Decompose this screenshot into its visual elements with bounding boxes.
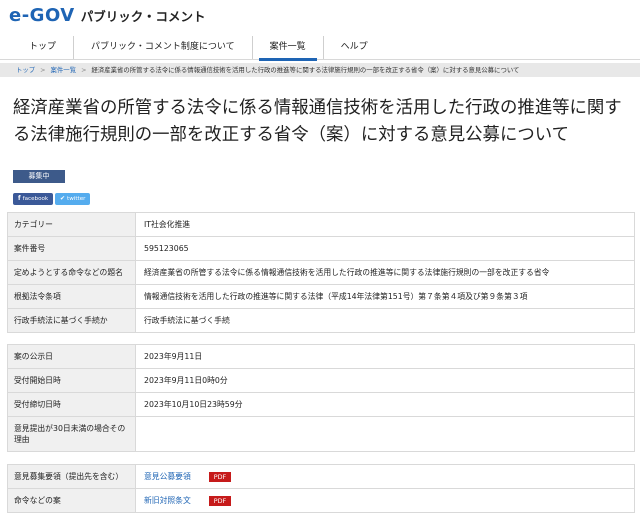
nav-item-about[interactable]: パブリック・コメント制度について <box>73 36 252 59</box>
nav-item-help[interactable]: ヘルプ <box>322 36 385 59</box>
facebook-icon: f <box>18 195 21 202</box>
table-row: 案件番号 595123065 <box>7 236 635 261</box>
main-nav: トップ パブリック・コメント制度について 案件一覧 ヘルプ <box>0 36 640 61</box>
table-row: 命令などの案 新旧対照条文 PDF <box>7 488 635 513</box>
logo-subtitle: パブリック・コメント <box>80 8 206 24</box>
row-value <box>135 416 635 452</box>
twitter-label: twitter <box>67 196 86 202</box>
document-link[interactable]: 新旧対照条文 <box>144 496 191 505</box>
row-label: 行政手続法に基づく手続か <box>7 308 136 333</box>
row-label: 案件番号 <box>7 236 136 261</box>
row-value: 2023年9月11日0時0分 <box>135 368 635 393</box>
facebook-label: facebook <box>22 196 49 202</box>
row-label: 意見提出が30日未満の場合その理由 <box>7 416 136 452</box>
row-value: 情報通信技術を活用した行政の推進等に関する法律（平成14年法律第151号）第７条… <box>135 284 635 309</box>
table-row: 定めようとする命令などの題名 経済産業省の所管する法令に係る情報通信技術を活用し… <box>7 260 635 285</box>
pdf-badge: PDF <box>208 496 232 506</box>
row-value: IT社会化推進 <box>135 212 635 237</box>
logo-mark: e-GOV <box>9 4 75 26</box>
row-value: 新旧対照条文 PDF <box>135 488 635 513</box>
breadcrumb-sep-icon: > <box>40 66 46 74</box>
row-label: カテゴリー <box>7 212 136 237</box>
documents-table: 意見募集要領（提出先を含む） 意見公募要領 PDF 命令などの案 新旧対照条文 PD… <box>7 464 635 513</box>
table-row: 意見募集要領（提出先を含む） 意見公募要領 PDF <box>7 464 635 489</box>
status-badge: 募集中 <box>13 170 65 183</box>
table-row: 受付締切日時 2023年10月10日23時59分 <box>7 392 635 417</box>
row-label: 案の公示日 <box>7 344 136 369</box>
row-value: 2023年10月10日23時59分 <box>135 392 635 417</box>
row-value: 意見公募要領 PDF <box>135 464 635 489</box>
twitter-icon: ✔ <box>60 195 66 202</box>
row-label: 根拠法令条項 <box>7 284 136 309</box>
breadcrumb-list[interactable]: 案件一覧 <box>51 66 77 74</box>
document-link[interactable]: 意見公募要領 <box>144 472 191 481</box>
row-label: 受付開始日時 <box>7 368 136 393</box>
breadcrumb: トップ > 案件一覧 > 経済産業省の所管する法令に係る情報通信技術を活用した行政の推進… <box>0 63 640 77</box>
table-row: 受付開始日時 2023年9月11日0時0分 <box>7 368 635 393</box>
row-label: 受付締切日時 <box>7 392 136 417</box>
table-row: 行政手続法に基づく手続か 行政手続法に基づく手続 <box>7 308 635 333</box>
row-label: 命令などの案 <box>7 488 136 513</box>
row-value: 行政手続法に基づく手続 <box>135 308 635 333</box>
table-row: 案の公示日 2023年9月11日 <box>7 344 635 369</box>
breadcrumb-top[interactable]: トップ <box>16 66 35 74</box>
page-title: 経済産業省の所管する法令に係る情報通信技術を活用した行政の推進等に関する法律施行… <box>13 98 622 145</box>
dates-table: 案の公示日 2023年9月11日 受付開始日時 2023年9月11日0時0分 受… <box>7 344 635 452</box>
row-label: 定めようとする命令などの題名 <box>7 260 136 285</box>
table-row: 意見提出が30日未満の場合その理由 <box>7 416 635 452</box>
details-table: カテゴリー IT社会化推進 案件番号 595123065 定めようとする命令など… <box>7 212 635 333</box>
row-label: 意見募集要領（提出先を含む） <box>7 464 136 489</box>
egov-logo[interactable]: e-GOV パブリック・コメント <box>9 5 205 26</box>
pdf-badge: PDF <box>208 472 232 482</box>
row-value: 595123065 <box>135 236 635 261</box>
nav-item-list[interactable]: 案件一覧 <box>251 36 323 61</box>
table-row: 根拠法令条項 情報通信技術を活用した行政の推進等に関する法律（平成14年法律第1… <box>7 284 635 309</box>
facebook-share-button[interactable]: f facebook <box>13 193 54 205</box>
table-row: カテゴリー IT社会化推進 <box>7 212 635 237</box>
twitter-share-button[interactable]: ✔ twitter <box>55 193 91 205</box>
site-header: e-GOV パブリック・コメント <box>0 0 640 30</box>
nav-item-top[interactable]: トップ <box>12 36 73 59</box>
breadcrumb-sep-icon: > <box>81 66 87 74</box>
row-value: 経済産業省の所管する法令に係る情報通信技術を活用した行政の推進等に関する法律施行… <box>135 260 635 285</box>
row-value: 2023年9月11日 <box>135 344 635 369</box>
breadcrumb-current: 経済産業省の所管する法令に係る情報通信技術を活用した行政の推進等に関する法律施行… <box>91 66 520 74</box>
